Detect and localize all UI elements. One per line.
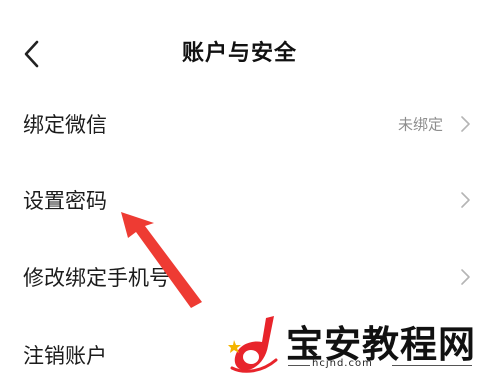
bind-wechat-label: 绑定微信 (23, 113, 107, 137)
page-title: 账户与安全 (181, 41, 297, 66)
change-phone-label: 修改绑定手机号 (23, 266, 170, 290)
chevron-right-icon (461, 116, 470, 132)
watermark-url: hcjhd.com (312, 358, 373, 369)
watermark-rule-right (392, 365, 472, 366)
watermark-rule-left (288, 365, 310, 366)
bind-wechat-row[interactable]: 绑定微信 未绑定 (0, 94, 479, 154)
chevron-right-icon (461, 269, 470, 285)
watermark-logo-icon (228, 316, 278, 373)
chevron-right-icon (461, 192, 470, 208)
set-password-row[interactable]: 设置密码 (0, 170, 479, 230)
wechat-status: 未绑定 (397, 115, 443, 134)
change-phone-row[interactable]: 修改绑定手机号 (0, 247, 479, 307)
watermark: 宝安教程网 hcjhd.com (228, 312, 479, 375)
header: 账户与安全 (0, 0, 479, 104)
delete-account-label: 注销账户 (23, 344, 107, 368)
set-password-label: 设置密码 (23, 189, 107, 213)
